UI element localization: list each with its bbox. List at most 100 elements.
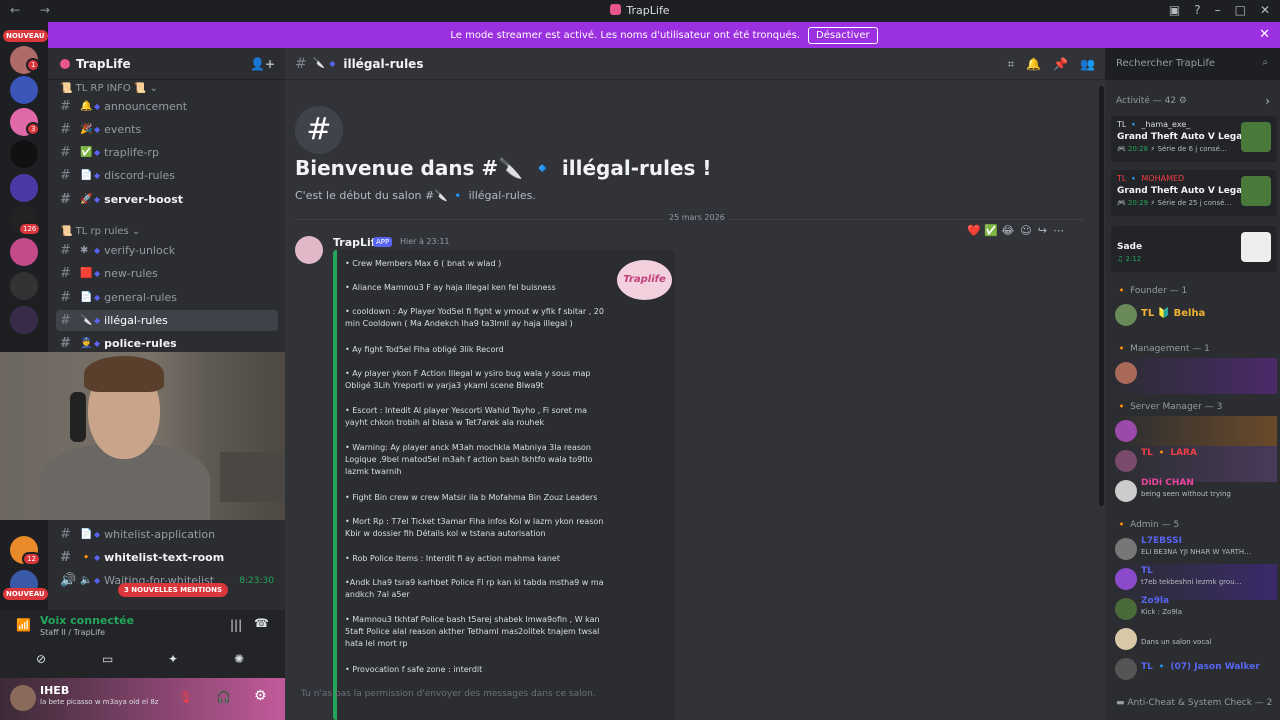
rule-item: • Ay player ykon F Action Illegal w ysir… xyxy=(345,369,591,390)
category-tl-rp-rules[interactable]: 📜 TL rp rules ⌄ xyxy=(60,226,140,237)
channel-verify-unlock[interactable]: # ✱ ◆ verify-unlock xyxy=(56,240,278,261)
server-icon[interactable] xyxy=(10,76,38,104)
window-controls: ▣ ? – □ ✕ xyxy=(1169,3,1270,17)
voice-status: Voix connectée xyxy=(40,614,135,627)
member-row[interactable]: TL 🔰 Belha xyxy=(1111,300,1277,336)
screen-share-icon[interactable]: ▭ xyxy=(102,652,113,666)
threads-icon[interactable]: ⌗ xyxy=(1007,57,1014,72)
app-logo-icon xyxy=(610,4,622,15)
member-avatar xyxy=(1115,598,1137,620)
more-options-icon[interactable]: ⋯ xyxy=(1053,224,1064,237)
channel-new-rules[interactable]: # 🟥 ◆ new-rules xyxy=(56,263,278,284)
channel-server-boost[interactable]: # 🚀 ◆ server-boost xyxy=(56,189,278,210)
user-avatar[interactable] xyxy=(10,685,36,711)
channel-illegal-rules[interactable]: # 🔪 ◆ illégal-rules xyxy=(56,310,278,331)
member-row[interactable]: TL 🔹 (07) Jason Walker xyxy=(1111,654,1277,690)
activity-card[interactable]: TL 🔹 MOHAMED Grand Theft Auto V Legacy 🎮… xyxy=(1111,170,1277,216)
member-row[interactable]: DiDi CHAN being seen without trying xyxy=(1111,476,1277,512)
message-timestamp: Hier à 23:11 xyxy=(400,237,450,246)
gta-logo-icon xyxy=(1241,176,1271,206)
member-row[interactable] xyxy=(1111,358,1277,394)
member-list: Activité — 42 ⚙ › TL 🔹 _hama_exe_ Grand … xyxy=(1105,80,1280,720)
inbox-icon[interactable]: ▣ xyxy=(1169,3,1180,17)
notification-bell-icon[interactable]: 🔔 xyxy=(1026,57,1041,72)
channel-traplife-rp[interactable]: # ✅ ◆ traplife-rp xyxy=(56,142,278,163)
author-avatar[interactable] xyxy=(295,236,323,264)
rule-item: • Mamnou3 tkhtaf Police bash t5arej shab… xyxy=(345,615,600,648)
member-status: t7eb tekbeshni lezmk grou… xyxy=(1141,578,1242,586)
search-input[interactable]: Rechercher TrapLife ⌕ xyxy=(1110,54,1274,74)
server-icon[interactable] xyxy=(10,174,38,202)
activity-detail: ♫ 2:12 xyxy=(1117,255,1142,263)
channel-police-rules[interactable]: # 👮 ◆ police-rules xyxy=(56,333,278,354)
guild-name: TrapLife xyxy=(76,56,131,71)
activity-card[interactable]: Sade ♫ 2:12 xyxy=(1111,226,1277,272)
rule-item: • Ay fight Tod5el Fiha obligé 3lik Recor… xyxy=(345,345,504,354)
channel-whitelist-application[interactable]: # 📄 ◆ whitelist-application xyxy=(56,524,278,545)
channel-announcement[interactable]: # 🔔 ◆ announcement xyxy=(56,96,278,117)
user-status: la bete picasso w m3aya old el 8z xyxy=(40,698,159,706)
invite-icon[interactable]: 👤+ xyxy=(250,57,275,71)
chat-scrollbar[interactable] xyxy=(1099,86,1104,506)
hash-icon: # xyxy=(295,55,307,72)
channel-discord-rules[interactable]: # 📄 ◆ discord-rules xyxy=(56,165,278,186)
activity-track: Sade xyxy=(1117,242,1143,252)
new-badge: NOUVEAU xyxy=(3,588,48,600)
channel-general-rules[interactable]: # 📄 ◆ general-rules xyxy=(56,287,278,308)
server-icon[interactable] xyxy=(10,238,38,266)
title-bar: ← → TrapLife ▣ ? – □ ✕ xyxy=(0,0,1280,22)
member-status: ELI BE3NA YJI NHAR W YARTH… xyxy=(1141,548,1252,556)
channel-events[interactable]: # 🎉 ◆ events xyxy=(56,119,278,140)
minimize-button[interactable]: – xyxy=(1215,3,1221,17)
maximize-button[interactable]: □ xyxy=(1235,3,1246,17)
member-avatar xyxy=(1115,362,1137,384)
quick-reactions[interactable]: ❤️ ✅ 😂 xyxy=(967,224,1014,237)
forward-icon[interactable]: ↪ xyxy=(1038,224,1047,237)
soundboard-icon[interactable]: ✺ xyxy=(234,652,244,666)
add-reaction-icon[interactable]: ☺ xyxy=(1020,224,1031,237)
date-divider: 25 mars 2026 xyxy=(295,213,1085,222)
noise-suppression-icon[interactable]: ||| xyxy=(230,618,242,632)
member-avatar xyxy=(1115,420,1137,442)
diamond-icon: ◆ xyxy=(329,59,336,68)
mention-badge: 12 xyxy=(22,552,41,566)
member-avatar xyxy=(1115,538,1137,560)
streamer-mode-banner: Le mode streamer est activé. Les noms d'… xyxy=(48,22,1280,48)
group-header: 🔸 Founder — 1 xyxy=(1116,286,1188,296)
album-art xyxy=(1241,232,1271,262)
new-mentions-pill[interactable]: 3 NOUVELLES MENTIONS xyxy=(118,583,229,597)
group-header: ▬ Anti-Cheat & System Check — 2 xyxy=(1116,698,1273,708)
camera-off-icon[interactable]: ⊘ xyxy=(36,652,46,666)
activities-icon[interactable]: ✦ xyxy=(168,652,178,666)
channel-whitelist-text-room[interactable]: # 🔸 ◆ whitelist-text-room xyxy=(56,547,278,568)
guild-icon xyxy=(60,58,70,69)
activity-game: Grand Theft Auto V Legacy xyxy=(1117,186,1254,196)
category-tl-rp-info[interactable]: 📜 TL RP INFO 📜 ⌄ xyxy=(60,83,158,94)
voice-channel[interactable]: Staff II / TrapLife xyxy=(40,628,105,637)
activity-card[interactable]: TL 🔹 _hama_exe_ Grand Theft Auto V Legac… xyxy=(1111,116,1277,162)
server-icon[interactable] xyxy=(10,140,38,168)
member-list-icon[interactable]: 👥 xyxy=(1080,57,1095,72)
pin-icon[interactable]: 📌 xyxy=(1053,57,1068,72)
member-avatar xyxy=(1115,450,1137,472)
member-status: Dans un salon vocal xyxy=(1141,638,1212,646)
server-icon[interactable] xyxy=(10,306,38,334)
deafen-icon[interactable]: 🎧 xyxy=(216,690,231,704)
help-icon[interactable]: ? xyxy=(1194,3,1200,17)
rule-item: • Warning: Ay player anck M3ah mochkla M… xyxy=(345,443,593,476)
disconnect-icon[interactable]: ☎ xyxy=(254,616,269,630)
webcam-overlay xyxy=(0,352,295,520)
group-header: 🔸 Admin — 5 xyxy=(1116,520,1180,530)
settings-gear-icon[interactable]: ⚙ xyxy=(254,688,267,704)
activity-detail: 🎮 20:29 ⚡ Série de 25 j consé… xyxy=(1117,199,1232,207)
close-window-button[interactable]: ✕ xyxy=(1260,3,1270,17)
mute-icon[interactable]: 🎙 xyxy=(178,690,193,704)
disable-streamer-button[interactable]: Désactiver xyxy=(808,26,878,44)
no-permission-notice: Tu n'as pas la permission d'envoyer des … xyxy=(301,689,596,699)
chevron-right-icon[interactable]: › xyxy=(1265,94,1270,108)
guild-header[interactable]: TrapLife 👤+ xyxy=(48,48,285,80)
channel-title: illégal-rules xyxy=(343,56,424,71)
server-icon[interactable] xyxy=(10,272,38,300)
close-banner-icon[interactable]: ✕ xyxy=(1259,27,1270,42)
mention-badge: 126 xyxy=(18,222,42,236)
